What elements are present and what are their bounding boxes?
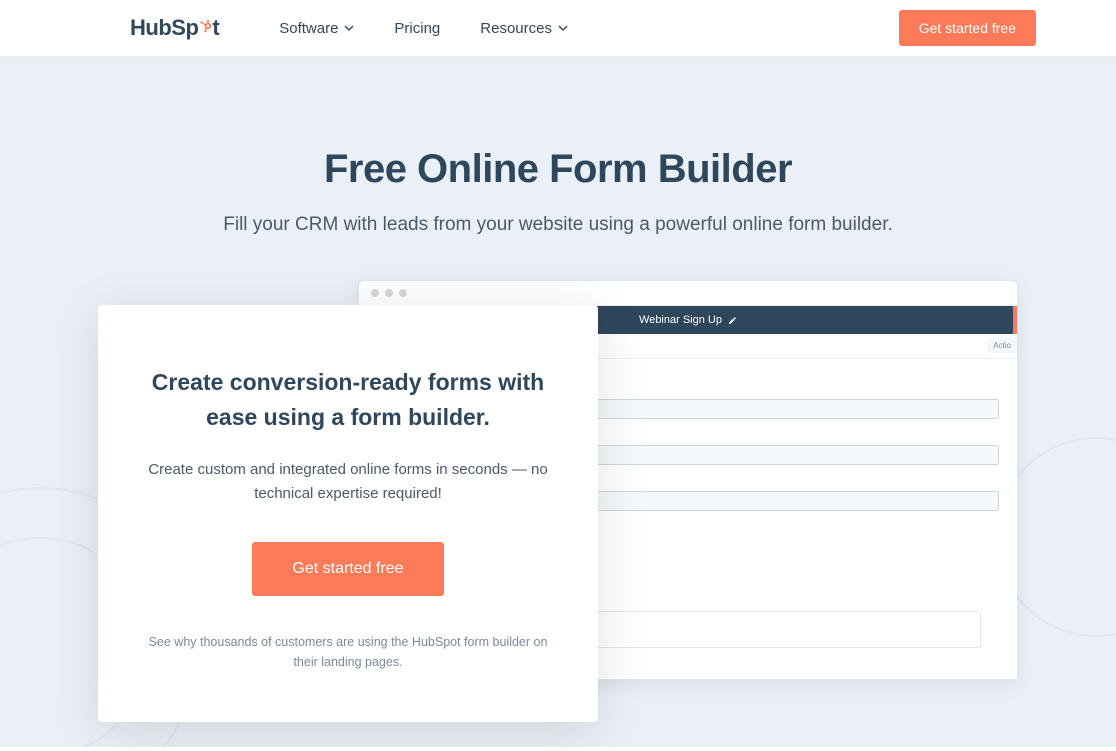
nav-resources[interactable]: Resources [480, 20, 568, 37]
card-description: Create custom and integrated online form… [148, 458, 548, 506]
hero-section: Free Online Form Builder Fill your CRM w… [0, 57, 1116, 747]
pencil-icon [728, 316, 737, 325]
card-cta-button[interactable]: Get started free [252, 542, 443, 596]
tab-actions[interactable]: Actio [987, 338, 1017, 353]
logo-spot2: t [212, 15, 219, 40]
logo[interactable]: HubSpt [130, 15, 219, 41]
app-title: Webinar Sign Up [639, 314, 722, 326]
logo-hub: Hub [130, 15, 171, 40]
hubspot-sprocket-icon [198, 13, 212, 39]
nav-software[interactable]: Software [279, 20, 354, 37]
browser-traffic-lights [359, 281, 1017, 306]
card-footnote: See why thousands of customers are using… [148, 632, 548, 672]
header-cta-button[interactable]: Get started free [899, 10, 1036, 46]
logo-spot: Sp [171, 15, 198, 40]
site-header: HubSpt Software Pricing Resources Get st… [0, 0, 1116, 57]
chevron-down-icon [558, 25, 568, 31]
main-nav: Software Pricing Resources [279, 20, 568, 37]
hero-title: Free Online Form Builder [168, 147, 948, 192]
chevron-down-icon [344, 25, 354, 31]
card-title: Create conversion-ready forms with ease … [148, 365, 548, 434]
nav-pricing[interactable]: Pricing [394, 20, 440, 37]
promo-card: Create conversion-ready forms with ease … [98, 305, 598, 722]
hero-subtitle: Fill your CRM with leads from your websi… [168, 210, 948, 240]
